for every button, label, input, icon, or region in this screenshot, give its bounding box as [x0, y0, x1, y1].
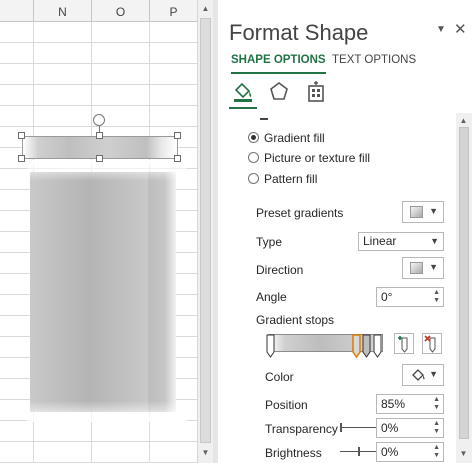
clipped-radio-remnant [260, 118, 268, 120]
type-value: Linear [363, 234, 397, 248]
radio-label: Picture or texture fill [264, 151, 371, 165]
pane-vertical-scrollbar[interactable]: ▲ ▼ [456, 113, 472, 463]
column-header-o[interactable]: O [92, 0, 150, 22]
transparency-spinner[interactable]: 0% ▲ ▼ [376, 418, 444, 438]
radio-label: Pattern fill [264, 172, 318, 186]
radio-label: Gradient fill [264, 131, 325, 145]
scroll-thumb[interactable] [200, 18, 211, 443]
pane-content: Gradient fill Picture or texture fill Pa… [218, 113, 474, 463]
scroll-up-button[interactable]: ▲ [198, 1, 213, 17]
pane-scroll-down-button[interactable]: ▼ [456, 446, 471, 462]
gradient-swatch-icon [410, 206, 423, 218]
chevron-down-icon: ▼ [429, 262, 438, 272]
position-label: Position [265, 398, 308, 412]
gradient-stops-label: Gradient stops [256, 313, 335, 327]
effects-icon[interactable] [267, 80, 291, 104]
radio-button-icon[interactable] [248, 132, 259, 143]
radio-picture-texture-fill[interactable]: Picture or texture fill [248, 150, 370, 166]
tab-shape-options[interactable]: SHAPE OPTIONS [231, 54, 326, 74]
size-properties-icon[interactable] [304, 80, 328, 104]
add-gradient-stop-button[interactable] [394, 333, 414, 354]
tab-text-options[interactable]: TEXT OPTIONS [332, 54, 416, 66]
type-label: Type [256, 235, 283, 249]
gradient-stop-handle[interactable] [373, 334, 382, 358]
active-icon-indicator [229, 107, 257, 109]
column-header-row: N O P [0, 0, 197, 22]
column-header-m[interactable] [0, 0, 34, 22]
radio-gradient-fill[interactable]: Gradient fill [248, 130, 325, 146]
direction-label: Direction [256, 263, 304, 277]
radio-button-icon[interactable] [248, 173, 259, 184]
format-shape-pane: Format Shape ▼ ✕ SHAPE OPTIONS TEXT OPTI… [218, 0, 474, 463]
gradient-swatch-icon [410, 262, 423, 274]
gradient-bar-edge [148, 172, 176, 412]
transparency-value: 0% [381, 421, 399, 435]
position-spinner[interactable]: 85% ▲ ▼ [376, 394, 444, 414]
resize-handle-s[interactable] [96, 155, 103, 162]
radio-pattern-fill[interactable]: Pattern fill [248, 171, 317, 187]
gradient-stop-handle-selected[interactable] [352, 334, 361, 358]
brightness-spinner[interactable]: 0% ▲ ▼ [376, 442, 444, 462]
resize-handle-sw[interactable] [18, 155, 25, 162]
preset-gradients-picker[interactable]: ▼ [402, 201, 444, 223]
chevron-down-icon: ▼ [429, 369, 438, 379]
position-value: 85% [381, 397, 406, 411]
spin-arrows-icon[interactable]: ▲ ▼ [433, 396, 440, 412]
resize-handle-n[interactable] [96, 132, 103, 139]
column-header-p[interactable]: P [150, 0, 197, 22]
gradient-bar-column [30, 172, 148, 412]
brightness-label: Brightness [265, 446, 322, 460]
spin-arrows-icon[interactable]: ▲ ▼ [433, 420, 440, 436]
transparency-slider-thumb[interactable] [340, 423, 342, 432]
spreadsheet-area[interactable]: N O P ▲ ▼ [0, 0, 213, 463]
spin-arrows-icon[interactable]: ▲ ▼ [433, 444, 440, 460]
remove-gradient-stop-button[interactable] [422, 333, 442, 354]
angle-label: Angle [256, 290, 287, 304]
color-label: Color [265, 370, 294, 384]
brightness-slider-thumb[interactable] [358, 447, 360, 456]
angle-value: 0° [381, 290, 393, 304]
type-select[interactable]: Linear ▼ [358, 232, 444, 251]
resize-handle-nw[interactable] [18, 132, 25, 139]
pane-title: Format Shape [229, 20, 369, 45]
resize-handle-ne[interactable] [174, 132, 181, 139]
brightness-value: 0% [381, 445, 399, 459]
chevron-down-icon: ▼ [430, 236, 439, 246]
gradient-stop-handle[interactable] [362, 334, 371, 358]
transparency-label: Transparency [265, 422, 338, 436]
radio-button-icon[interactable] [248, 152, 259, 163]
fill-line-icon[interactable] [231, 80, 255, 104]
color-picker[interactable]: ▼ [402, 364, 444, 386]
close-icon[interactable]: ✕ [454, 20, 467, 38]
pane-scroll-thumb[interactable] [459, 127, 469, 439]
sheet-vertical-scrollbar[interactable]: ▲ ▼ [197, 0, 213, 463]
column-header-n[interactable]: N [34, 0, 92, 22]
chevron-down-icon: ▼ [429, 206, 438, 216]
angle-spinner[interactable]: 0° ▲ ▼ [376, 287, 444, 307]
gradient-stop-handle[interactable] [266, 334, 275, 358]
transparency-slider[interactable] [340, 427, 378, 428]
preset-gradients-label: Preset gradients [256, 206, 344, 220]
direction-picker[interactable]: ▼ [402, 257, 444, 279]
paint-bucket-icon [412, 369, 425, 381]
spin-arrows-icon[interactable]: ▲ ▼ [433, 289, 440, 305]
rotate-handle-icon[interactable] [93, 114, 105, 126]
resize-handle-se[interactable] [174, 155, 181, 162]
pane-options-dropdown[interactable]: ▼ [436, 24, 446, 35]
scroll-down-button[interactable]: ▼ [198, 445, 213, 461]
